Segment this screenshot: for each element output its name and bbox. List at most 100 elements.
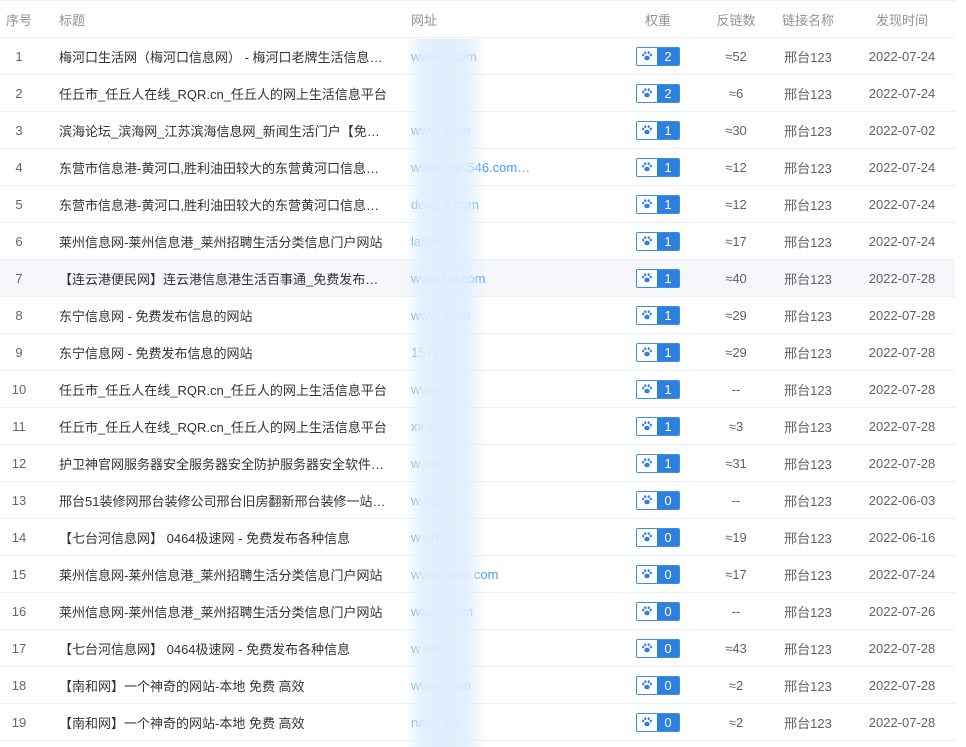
row-link-name: 邢台123 <box>784 604 832 620</box>
table-row[interactable]: 13 邢台51装修网邢台装修公司邢台旧房翻新邢台装修一站式… w ng.cn 0 -- 邢… <box>0 482 955 519</box>
row-url-link[interactable]: www. 0.cn <box>391 308 611 323</box>
row-url-link[interactable]: www <box>391 382 611 397</box>
row-backlinks: ≈12 <box>725 196 747 212</box>
row-title: 东宁信息网 - 免费发布信息的网站 <box>59 308 253 324</box>
row-url-link[interactable]: w ng.cn <box>391 493 611 508</box>
row-url-link[interactable]: nanh om <box>391 715 611 730</box>
row-url-link[interactable]: www.i .com <box>391 49 611 64</box>
table-row[interactable]: 17 【七台河信息网】 0464极速网 - 免费发布各种信息 w om 0 ≈43 邢台1… <box>0 630 955 667</box>
weight-badge: 1 <box>636 120 680 140</box>
row-backlinks: ≈29 <box>725 344 747 360</box>
table-row[interactable]: 16 莱州信息网-莱州信息港_莱州招聘生活分类信息门户网站 wap x.com 0 --… <box>0 593 955 630</box>
table-row[interactable]: 15 莱州信息网-莱州信息港_莱州招聘生活分类信息门户网站 www ouxx.com… <box>0 556 955 593</box>
row-date: 2022-07-26 <box>868 603 936 619</box>
table-row[interactable]: 8 东宁信息网 - 免费发布信息的网站 www. 0.cn 1 ≈29 邢台123 2022… <box>0 297 955 334</box>
row-backlinks: ≈19 <box>725 529 747 545</box>
weight-badge: 0 <box>636 712 680 732</box>
table-row[interactable]: 18 【南和网】一个神奇的网站-本地 免费 高效 www .com 0 ≈2 邢台123 2… <box>0 667 955 704</box>
table-row[interactable]: 5 东营市信息港-黄河口,胜利油田较大的东营黄河口信息门户… dong 6.com 1… <box>0 186 955 223</box>
paw-icon <box>637 269 657 287</box>
table-row[interactable]: 10 任丘市_任丘人在线_RQR.cn_任丘人的网上生活信息平台 www 1 -- 邢台1… <box>0 371 955 408</box>
row-url-link[interactable]: www .com <box>391 678 611 693</box>
row-url-link[interactable]: w om <box>391 530 611 545</box>
header-found-time[interactable]: 发现时间 <box>849 10 955 29</box>
scrollbar[interactable] <box>955 0 966 747</box>
row-title: 邢台51装修网邢台装修公司邢台旧房翻新邢台装修一站式… <box>59 493 391 509</box>
weight-badge: 0 <box>636 527 680 547</box>
row-url-link[interactable]: dong 6.com <box>391 197 611 212</box>
row-title: 任丘市_任丘人在线_RQR.cn_任丘人的网上生活信息平台 <box>59 419 387 435</box>
row-backlinks: ≈17 <box>725 566 747 582</box>
row-title: 护卫神官网服务器安全服务器安全防护服务器安全软件服… <box>59 456 391 472</box>
row-url-link[interactable]: 1572 <box>391 345 611 360</box>
row-no: 17 <box>11 640 27 656</box>
row-link-name: 邢台123 <box>784 678 832 694</box>
row-date: 2022-07-28 <box>868 344 936 360</box>
row-title: 梅河口生活网（梅河口信息网） - 梅河口老牌生活信息网站 <box>59 49 391 65</box>
row-date: 2022-07-28 <box>868 455 936 471</box>
row-title: 【南和网】一个神奇的网站-本地 免费 高效 <box>59 715 305 731</box>
header-backlinks[interactable]: 反链数 <box>705 10 767 29</box>
row-weight: 0 <box>611 527 705 547</box>
row-no: 1 <box>15 48 23 64</box>
row-link-name: 邢台123 <box>784 49 832 65</box>
table-row[interactable]: 12 护卫神官网服务器安全服务器安全防护服务器安全软件服… w om 1 ≈31 邢台12… <box>0 445 955 482</box>
row-link-name: 邢台123 <box>784 160 832 176</box>
row-title: 任丘市_任丘人在线_RQR.cn_任丘人的网上生活信息平台 <box>59 86 387 102</box>
row-no: 15 <box>11 566 27 582</box>
weight-badge: 2 <box>636 46 680 66</box>
row-url-link[interactable]: w om <box>391 641 611 656</box>
row-date: 2022-07-02 <box>868 122 936 138</box>
row-url-link[interactable]: wap x.com <box>391 604 611 619</box>
row-url-link[interactable]: www. g.cn <box>391 123 611 138</box>
row-url-link[interactable]: w om <box>391 456 611 471</box>
row-title: 东营市信息港-黄河口,胜利油田较大的东营黄河口信息门户… <box>59 160 391 176</box>
row-weight: 1 <box>611 342 705 362</box>
row-title: 任丘市_任丘人在线_RQR.cn_任丘人的网上生活信息平台 <box>59 382 387 398</box>
row-no: 10 <box>11 381 27 397</box>
weight-value: 0 <box>657 713 679 731</box>
row-url-link[interactable]: xx.r <box>391 419 611 434</box>
paw-icon <box>637 565 657 583</box>
table-row[interactable]: 9 东宁信息网 - 免费发布信息的网站 1572 1 ≈29 邢台123 2022-07-2… <box>0 334 955 371</box>
row-link-name: 邢台123 <box>784 715 832 731</box>
row-date: 2022-07-28 <box>868 307 936 323</box>
table-row[interactable]: 6 莱州信息网-莱州信息港_莱州招聘生活分类信息门户网站 laizho m 1 ≈17 邢… <box>0 223 955 260</box>
row-link-name: 邢台123 <box>784 345 832 361</box>
row-no: 14 <box>11 529 27 545</box>
table-row[interactable]: 7 【连云港便民网】连云港信息港生活百事通_免费发布连云… www.l w.com 1… <box>0 260 955 297</box>
row-link-name: 邢台123 <box>784 123 832 139</box>
table-row[interactable]: 14 【七台河信息网】 0464极速网 - 免费发布各种信息 w om 0 ≈19 邢台1… <box>0 519 955 556</box>
table-row[interactable]: 2 任丘市_任丘人在线_RQR.cn_任丘人的网上生活信息平台 2 ≈6 邢台123 20… <box>0 75 955 112</box>
row-no: 19 <box>11 714 27 730</box>
row-backlinks: -- <box>731 381 741 397</box>
row-date: 2022-06-16 <box>868 529 936 545</box>
row-link-name: 邢台123 <box>784 530 832 546</box>
row-no: 8 <box>15 307 23 323</box>
row-backlinks: ≈3 <box>728 418 744 434</box>
row-weight: 1 <box>611 268 705 288</box>
row-weight: 1 <box>611 194 705 214</box>
weight-value: 1 <box>657 232 679 250</box>
row-url-link[interactable]: laizho m <box>391 234 611 249</box>
table-row[interactable]: 1 梅河口生活网（梅河口信息网） - 梅河口老牌生活信息网站 www.i .com 2… <box>0 38 955 75</box>
row-url-link[interactable]: www ouxx.com <box>391 567 611 582</box>
row-backlinks: ≈29 <box>725 307 747 323</box>
row-link-name: 邢台123 <box>784 86 832 102</box>
row-date: 2022-07-28 <box>868 270 936 286</box>
table-row[interactable]: 19 【南和网】一个神奇的网站-本地 免费 高效 nanh om 0 ≈2 邢台123 20… <box>0 704 955 741</box>
row-url-link[interactable]: www.l w.com <box>391 271 611 286</box>
weight-value: 0 <box>657 602 679 620</box>
row-backlinks: ≈40 <box>725 270 747 286</box>
table-row[interactable]: 3 滨海论坛_滨海网_江苏滨海信息网_新闻生活门户【免费发… www. g.cn 1 ≈… <box>0 112 955 149</box>
table-row[interactable]: 11 任丘市_任丘人在线_RQR.cn_任丘人的网上生活信息平台 xx.r 1 ≈3 邢台… <box>0 408 955 445</box>
row-date: 2022-07-28 <box>868 381 936 397</box>
header-weight[interactable]: 权重 <box>611 10 705 29</box>
row-weight: 1 <box>611 453 705 473</box>
row-no: 6 <box>15 233 23 249</box>
row-url-link[interactable]: www. ng0546.com… <box>391 160 611 175</box>
table-row[interactable]: 4 东营市信息港-黄河口,胜利油田较大的东营黄河口信息门户… www. ng0546… <box>0 149 955 186</box>
row-link-name: 邢台123 <box>784 493 832 509</box>
weight-value: 1 <box>657 195 679 213</box>
weight-value: 0 <box>657 491 679 509</box>
